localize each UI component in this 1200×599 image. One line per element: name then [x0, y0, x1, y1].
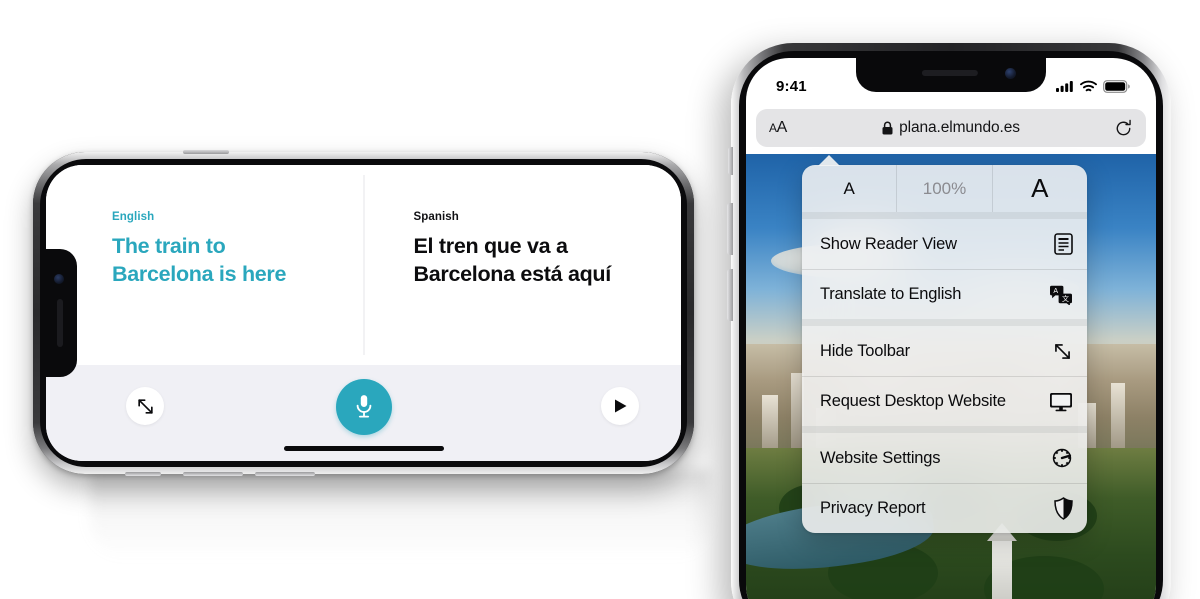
- volume-up-button[interactable]: [727, 203, 733, 255]
- zoom-percent-label: 100%: [896, 165, 991, 212]
- front-camera-icon: [1005, 68, 1016, 79]
- menu-group-view: Show Reader View Translate to English A …: [802, 219, 1087, 319]
- expand-arrows-icon: [136, 397, 155, 416]
- safari-address-bar: AA plana.elmundo.es: [746, 102, 1156, 154]
- left-phone-button-a[interactable]: [183, 150, 229, 154]
- shield-icon: [1047, 497, 1073, 520]
- zoom-control-row: A 100% A: [802, 165, 1087, 219]
- text-size-large-a: A: [776, 119, 788, 136]
- mute-switch[interactable]: [728, 147, 733, 175]
- home-indicator[interactable]: [283, 446, 444, 451]
- left-phone-screen: English The train to Barcelona is here S…: [46, 165, 681, 461]
- reload-icon: [1114, 119, 1133, 138]
- front-camera-icon: [54, 274, 64, 284]
- menu-item-label: Website Settings: [820, 448, 941, 467]
- play-icon: [613, 398, 628, 414]
- left-phone-shadow: [90, 470, 710, 560]
- url-text: plana.elmundo.es: [899, 119, 1020, 136]
- lock-icon: [882, 121, 893, 135]
- zoom-decrease-button[interactable]: A: [802, 165, 896, 212]
- fullscreen-button[interactable]: [126, 387, 164, 425]
- menu-item-request-desktop-website[interactable]: Request Desktop Website: [802, 376, 1087, 426]
- menu-item-label: Hide Toolbar: [820, 341, 910, 360]
- menu-item-translate-to-english[interactable]: Translate to English A 文: [802, 269, 1087, 319]
- microphone-button[interactable]: [335, 379, 392, 435]
- menu-item-label: Privacy Report: [820, 499, 926, 517]
- photo-tower: [992, 539, 1012, 599]
- wifi-icon: [1080, 80, 1097, 93]
- zoom-increase-button[interactable]: A: [991, 165, 1087, 212]
- menu-group-toolbar: Hide Toolbar Request Desktop Website: [802, 319, 1087, 426]
- source-text: The train to Barcelona is here: [112, 234, 287, 287]
- reload-button[interactable]: [1114, 119, 1133, 138]
- play-button[interactable]: [601, 387, 639, 425]
- desktop-monitor-icon: [1047, 392, 1073, 412]
- earpiece-speaker: [57, 299, 63, 347]
- microphone-icon: [353, 393, 375, 421]
- text-size-button[interactable]: AA: [769, 119, 787, 137]
- menu-item-hide-toolbar[interactable]: Hide Toolbar: [802, 326, 1087, 376]
- screenshot-canvas: English The train to Barcelona is here S…: [0, 0, 1200, 599]
- target-pane[interactable]: Spanish El tren que va a Barcelona está …: [380, 165, 682, 365]
- left-phone-button-d[interactable]: [255, 472, 315, 476]
- reader-view-icon: [1047, 233, 1073, 255]
- source-pane[interactable]: English The train to Barcelona is here: [46, 165, 380, 365]
- right-phone-device: AA plana.elmundo.es A 100% A Show Reader…: [727, 43, 1171, 599]
- status-time: 9:41: [776, 77, 807, 95]
- menu-item-show-reader-view[interactable]: Show Reader View: [802, 219, 1087, 269]
- target-language-label: Spanish: [413, 211, 459, 223]
- left-phone-notch: [46, 249, 77, 377]
- status-indicators: [1056, 79, 1130, 93]
- menu-item-label: Show Reader View: [820, 234, 957, 253]
- url-display: plana.elmundo.es: [756, 119, 1146, 137]
- right-phone-notch: [856, 58, 1046, 92]
- earpiece-speaker: [921, 70, 978, 76]
- left-phone-button-b[interactable]: [125, 472, 161, 476]
- volume-down-button[interactable]: [727, 269, 733, 321]
- safari-settings-popover: A 100% A Show Reader View Translate to E…: [802, 165, 1087, 533]
- signal-bars-icon: [1056, 80, 1074, 92]
- expand-arrows-icon: [1047, 341, 1073, 362]
- svg-text:A: A: [1053, 288, 1058, 295]
- menu-item-label: Translate to English: [820, 285, 962, 303]
- gear-icon: [1047, 447, 1073, 469]
- menu-group-settings: Website Settings Privacy Report: [802, 426, 1087, 533]
- menu-item-website-settings[interactable]: Website Settings: [802, 433, 1087, 483]
- menu-item-privacy-report[interactable]: Privacy Report: [802, 483, 1087, 533]
- source-language-label: English: [112, 211, 155, 223]
- popover-caret: [818, 155, 840, 166]
- svg-text:文: 文: [1062, 294, 1069, 303]
- left-phone-button-c[interactable]: [183, 472, 243, 476]
- left-phone-device: English The train to Barcelona is here S…: [33, 150, 694, 476]
- text-size-small-a: A: [769, 121, 777, 135]
- translation-panes: English The train to Barcelona is here S…: [46, 165, 681, 365]
- right-phone-screen: AA plana.elmundo.es A 100% A Show Reader…: [746, 58, 1156, 599]
- menu-item-label: Request Desktop Website: [820, 392, 1006, 410]
- battery-icon: [1103, 79, 1130, 93]
- target-text: El tren que va a Barcelona está aquí: [413, 234, 612, 287]
- translate-icon: A 文: [1047, 285, 1073, 305]
- url-pill[interactable]: AA plana.elmundo.es: [756, 109, 1146, 147]
- translate-toolbar: [46, 365, 681, 461]
